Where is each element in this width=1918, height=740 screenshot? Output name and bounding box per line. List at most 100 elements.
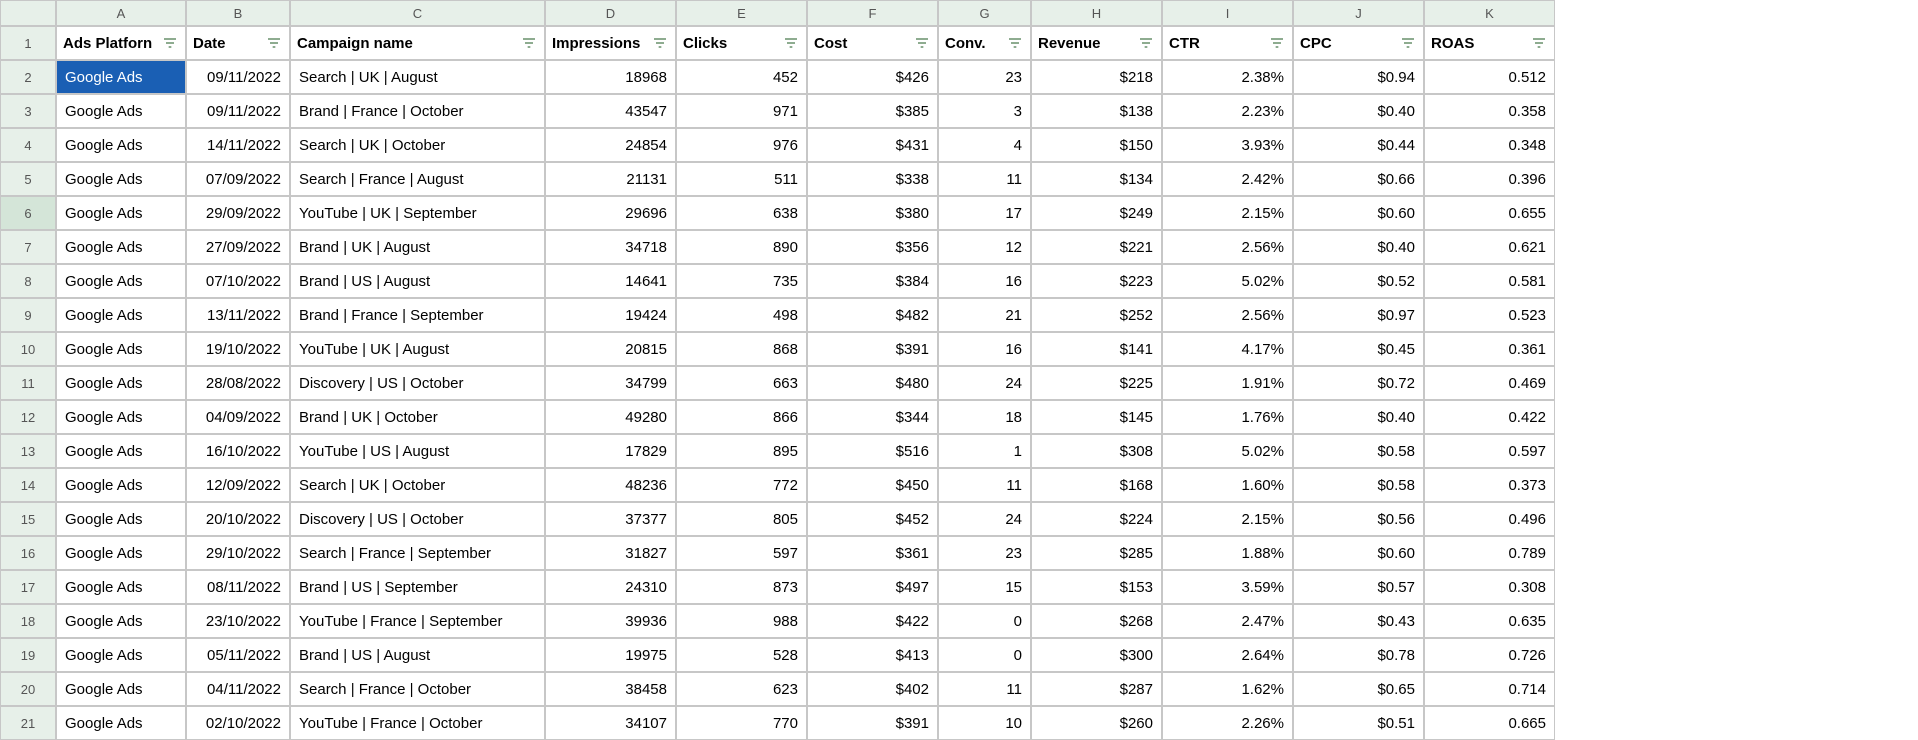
campaign-cell[interactable]: YouTube | France | October: [290, 706, 545, 740]
cpc-cell[interactable]: $0.97: [1293, 298, 1424, 332]
conv-cell[interactable]: 4: [938, 128, 1031, 162]
date-cell[interactable]: 19/10/2022: [186, 332, 290, 366]
ctr-cell[interactable]: 2.56%: [1162, 298, 1293, 332]
conv-cell[interactable]: 16: [938, 264, 1031, 298]
cpc-cell[interactable]: $0.43: [1293, 604, 1424, 638]
date-cell[interactable]: 02/10/2022: [186, 706, 290, 740]
campaign-cell[interactable]: Brand | France | September: [290, 298, 545, 332]
campaign-cell[interactable]: Search | France | October: [290, 672, 545, 706]
date-cell[interactable]: 12/09/2022: [186, 468, 290, 502]
revenue-cell[interactable]: $138: [1031, 94, 1162, 128]
header-cell-ctr[interactable]: CTR: [1162, 26, 1293, 60]
filter-icon[interactable]: [1268, 34, 1286, 52]
date-cell[interactable]: 20/10/2022: [186, 502, 290, 536]
cost-cell[interactable]: $431: [807, 128, 938, 162]
cost-cell[interactable]: $338: [807, 162, 938, 196]
ctr-cell[interactable]: 3.59%: [1162, 570, 1293, 604]
conv-cell[interactable]: 24: [938, 366, 1031, 400]
ctr-cell[interactable]: 1.76%: [1162, 400, 1293, 434]
roas-cell[interactable]: 0.726: [1424, 638, 1555, 672]
cpc-cell[interactable]: $0.56: [1293, 502, 1424, 536]
corner-cell[interactable]: [0, 0, 56, 26]
platform-cell[interactable]: Google Ads: [56, 162, 186, 196]
conv-cell[interactable]: 10: [938, 706, 1031, 740]
roas-cell[interactable]: 0.635: [1424, 604, 1555, 638]
row-header-21[interactable]: 21: [0, 706, 56, 740]
cpc-cell[interactable]: $0.40: [1293, 400, 1424, 434]
revenue-cell[interactable]: $249: [1031, 196, 1162, 230]
cpc-cell[interactable]: $0.65: [1293, 672, 1424, 706]
ctr-cell[interactable]: 2.47%: [1162, 604, 1293, 638]
date-cell[interactable]: 07/09/2022: [186, 162, 290, 196]
ctr-cell[interactable]: 2.38%: [1162, 60, 1293, 94]
column-header-E[interactable]: E: [676, 0, 807, 26]
row-header-18[interactable]: 18: [0, 604, 56, 638]
platform-cell[interactable]: Google Ads: [56, 60, 186, 94]
ctr-cell[interactable]: 1.60%: [1162, 468, 1293, 502]
conv-cell[interactable]: 18: [938, 400, 1031, 434]
clicks-cell[interactable]: 735: [676, 264, 807, 298]
row-header-3[interactable]: 3: [0, 94, 56, 128]
filter-icon[interactable]: [265, 34, 283, 52]
cpc-cell[interactable]: $0.72: [1293, 366, 1424, 400]
impressions-cell[interactable]: 29696: [545, 196, 676, 230]
row-header-2[interactable]: 2: [0, 60, 56, 94]
revenue-cell[interactable]: $134: [1031, 162, 1162, 196]
cost-cell[interactable]: $482: [807, 298, 938, 332]
ctr-cell[interactable]: 3.93%: [1162, 128, 1293, 162]
impressions-cell[interactable]: 19975: [545, 638, 676, 672]
roas-cell[interactable]: 0.422: [1424, 400, 1555, 434]
conv-cell[interactable]: 15: [938, 570, 1031, 604]
revenue-cell[interactable]: $221: [1031, 230, 1162, 264]
revenue-cell[interactable]: $287: [1031, 672, 1162, 706]
row-header-9[interactable]: 9: [0, 298, 56, 332]
revenue-cell[interactable]: $150: [1031, 128, 1162, 162]
filter-icon[interactable]: [782, 34, 800, 52]
date-cell[interactable]: 27/09/2022: [186, 230, 290, 264]
roas-cell[interactable]: 0.655: [1424, 196, 1555, 230]
conv-cell[interactable]: 23: [938, 536, 1031, 570]
campaign-cell[interactable]: Brand | France | October: [290, 94, 545, 128]
cost-cell[interactable]: $385: [807, 94, 938, 128]
roas-cell[interactable]: 0.308: [1424, 570, 1555, 604]
impressions-cell[interactable]: 34107: [545, 706, 676, 740]
impressions-cell[interactable]: 49280: [545, 400, 676, 434]
cost-cell[interactable]: $402: [807, 672, 938, 706]
row-header-19[interactable]: 19: [0, 638, 56, 672]
date-cell[interactable]: 13/11/2022: [186, 298, 290, 332]
revenue-cell[interactable]: $153: [1031, 570, 1162, 604]
column-header-A[interactable]: A: [56, 0, 186, 26]
impressions-cell[interactable]: 18968: [545, 60, 676, 94]
roas-cell[interactable]: 0.581: [1424, 264, 1555, 298]
date-cell[interactable]: 04/09/2022: [186, 400, 290, 434]
cpc-cell[interactable]: $0.60: [1293, 536, 1424, 570]
header-cell-date[interactable]: Date: [186, 26, 290, 60]
row-header-7[interactable]: 7: [0, 230, 56, 264]
date-cell[interactable]: 09/11/2022: [186, 60, 290, 94]
platform-cell[interactable]: Google Ads: [56, 366, 186, 400]
campaign-cell[interactable]: YouTube | France | September: [290, 604, 545, 638]
row-header-5[interactable]: 5: [0, 162, 56, 196]
ctr-cell[interactable]: 2.15%: [1162, 196, 1293, 230]
campaign-cell[interactable]: Brand | UK | October: [290, 400, 545, 434]
cpc-cell[interactable]: $0.44: [1293, 128, 1424, 162]
header-cell-cpc[interactable]: CPC: [1293, 26, 1424, 60]
ctr-cell[interactable]: 2.64%: [1162, 638, 1293, 672]
date-cell[interactable]: 04/11/2022: [186, 672, 290, 706]
roas-cell[interactable]: 0.512: [1424, 60, 1555, 94]
filter-icon[interactable]: [1530, 34, 1548, 52]
campaign-cell[interactable]: Brand | US | September: [290, 570, 545, 604]
column-header-B[interactable]: B: [186, 0, 290, 26]
roas-cell[interactable]: 0.621: [1424, 230, 1555, 264]
ctr-cell[interactable]: 1.91%: [1162, 366, 1293, 400]
revenue-cell[interactable]: $218: [1031, 60, 1162, 94]
cost-cell[interactable]: $413: [807, 638, 938, 672]
date-cell[interactable]: 28/08/2022: [186, 366, 290, 400]
cpc-cell[interactable]: $0.58: [1293, 434, 1424, 468]
header-cell-roas[interactable]: ROAS: [1424, 26, 1555, 60]
revenue-cell[interactable]: $223: [1031, 264, 1162, 298]
roas-cell[interactable]: 0.496: [1424, 502, 1555, 536]
conv-cell[interactable]: 16: [938, 332, 1031, 366]
revenue-cell[interactable]: $300: [1031, 638, 1162, 672]
clicks-cell[interactable]: 866: [676, 400, 807, 434]
